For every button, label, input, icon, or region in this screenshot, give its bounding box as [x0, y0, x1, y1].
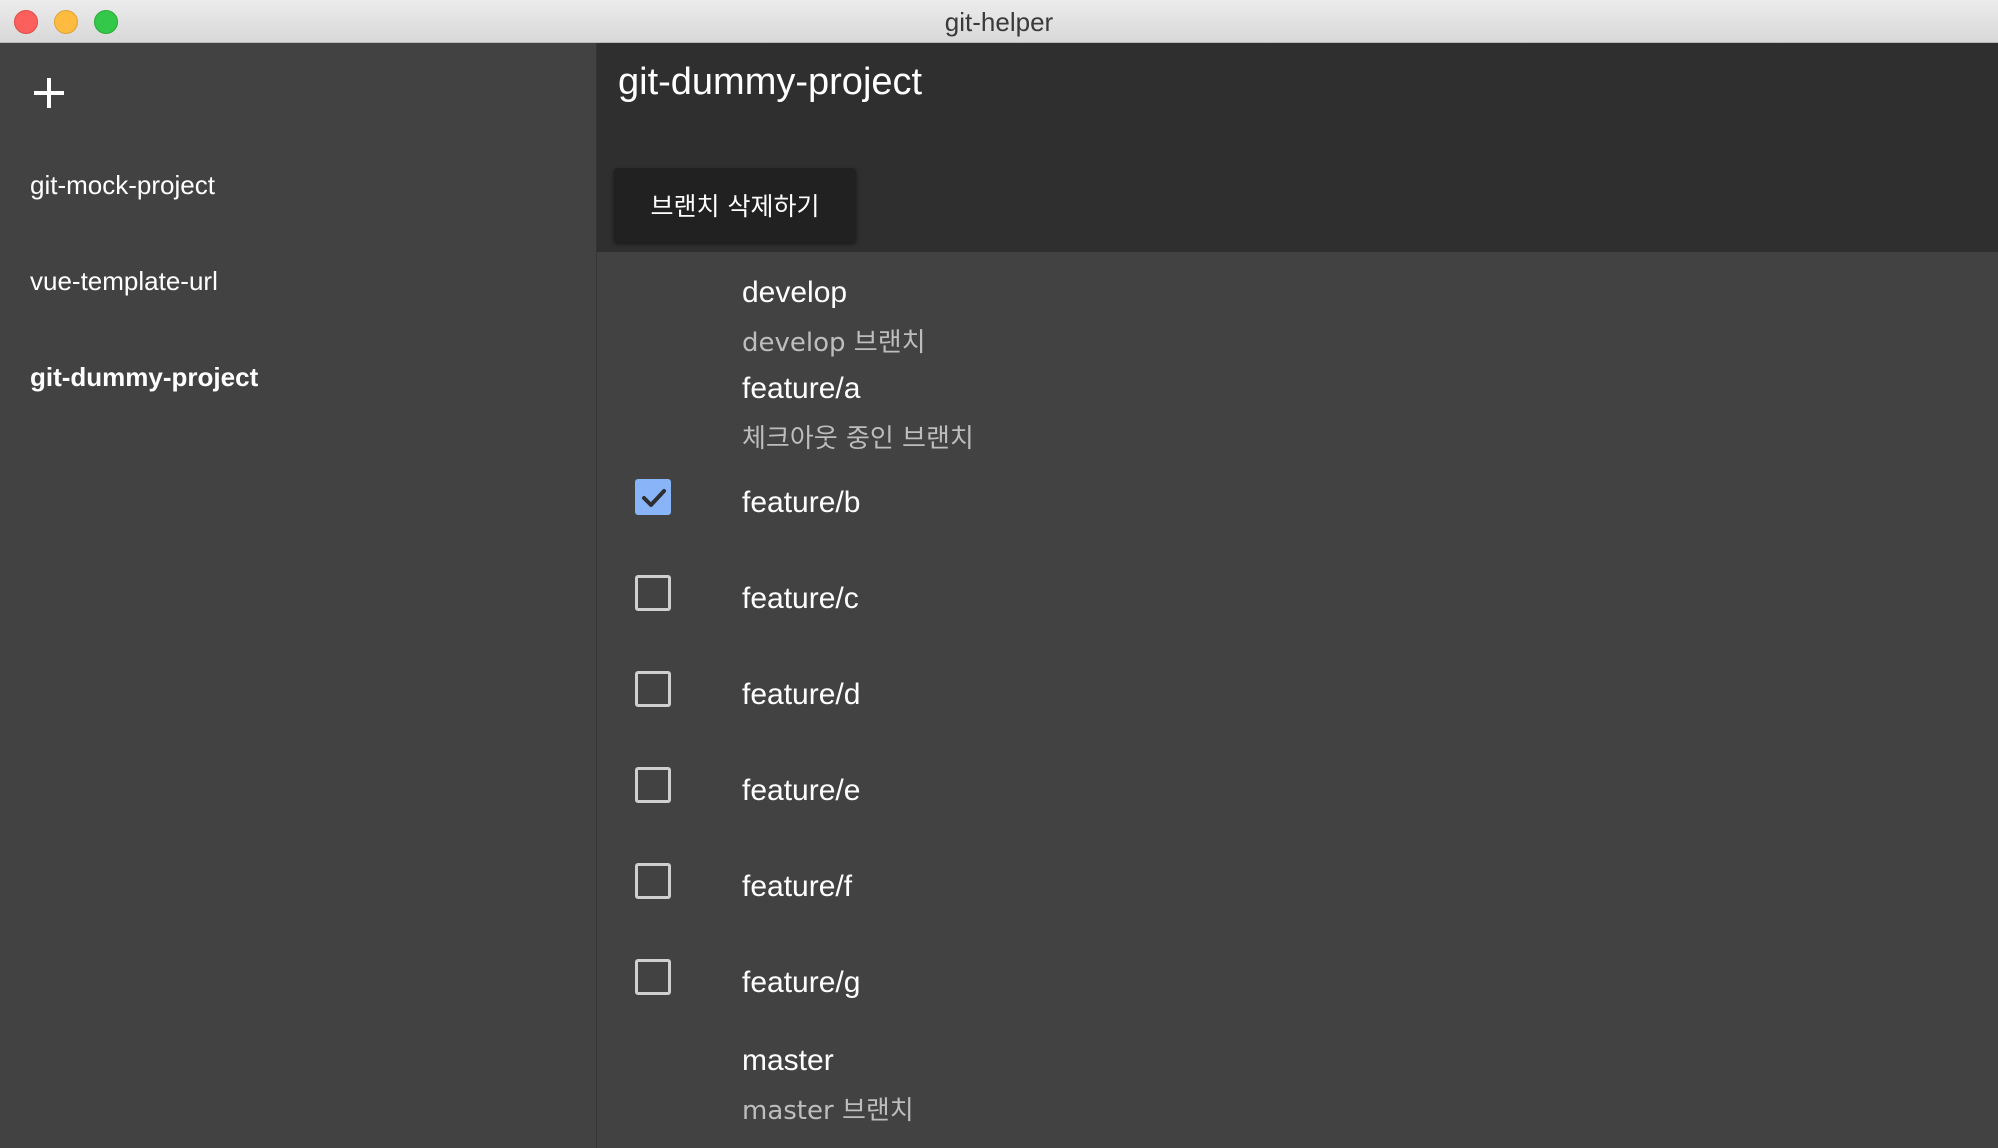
delete-branches-button[interactable]: 브랜치 삭제하기	[614, 168, 856, 242]
add-project-button[interactable]	[30, 73, 70, 113]
branch-name: feature/b	[742, 486, 861, 519]
project-item-git-dummy-project[interactable]: git-dummy-project	[0, 353, 596, 449]
branch-name: master	[742, 1044, 834, 1077]
branch-item-feature-f[interactable]: feature/f	[597, 844, 1998, 940]
branch-name: feature/f	[742, 870, 853, 903]
branch-item-feature-g[interactable]: feature/g	[597, 940, 1998, 1036]
title-bar: git-helper	[0, 0, 1998, 43]
branch-checkbox[interactable]	[635, 863, 671, 899]
branch-checkbox[interactable]	[635, 671, 671, 707]
main-panel: git-dummy-project 브랜치 삭제하기 develop devel…	[597, 43, 1998, 1148]
branch-subtitle: 체크아웃 중인 브랜치	[742, 424, 974, 454]
project-title: git-dummy-project	[618, 61, 923, 103]
branch-name: feature/d	[742, 678, 861, 711]
branch-name: feature/a	[742, 372, 861, 405]
branch-subtitle: develop 브랜치	[742, 328, 926, 358]
branch-item-feature-c[interactable]: feature/c	[597, 556, 1998, 652]
check-icon	[642, 489, 666, 507]
main-header: git-dummy-project 브랜치 삭제하기	[597, 43, 1998, 252]
branch-checkbox-checked[interactable]	[635, 479, 671, 515]
branch-name: develop	[742, 276, 848, 309]
branch-item-feature-d[interactable]: feature/d	[597, 652, 1998, 748]
branch-item-feature-b[interactable]: feature/b	[597, 460, 1998, 556]
sidebar: git-mock-project vue-template-url git-du…	[0, 43, 597, 1148]
branch-subtitle: master 브랜치	[742, 1096, 914, 1126]
window-title: git-helper	[944, 7, 1054, 37]
branch-checkbox[interactable]	[635, 767, 671, 803]
branch-name: feature/e	[742, 774, 861, 807]
app-window: git-helper git-mock-project vue-template…	[0, 0, 1998, 1148]
project-list: git-mock-project vue-template-url git-du…	[0, 161, 596, 449]
branch-item-feature-e[interactable]: feature/e	[597, 748, 1998, 844]
branch-item-master: master master 브랜치	[597, 1036, 1998, 1132]
branch-name: feature/c	[742, 582, 859, 615]
branch-list: develop develop 브랜치 feature/a 체크아웃 중인 브랜…	[597, 252, 1998, 1132]
project-item-git-mock-project[interactable]: git-mock-project	[0, 161, 596, 257]
branch-checkbox[interactable]	[635, 959, 671, 995]
branch-name: feature/g	[742, 966, 861, 999]
project-item-vue-template-url[interactable]: vue-template-url	[0, 257, 596, 353]
branch-item-develop: develop develop 브랜치	[597, 268, 1998, 364]
branch-item-feature-a: feature/a 체크아웃 중인 브랜치	[597, 364, 1998, 460]
branch-checkbox[interactable]	[635, 575, 671, 611]
